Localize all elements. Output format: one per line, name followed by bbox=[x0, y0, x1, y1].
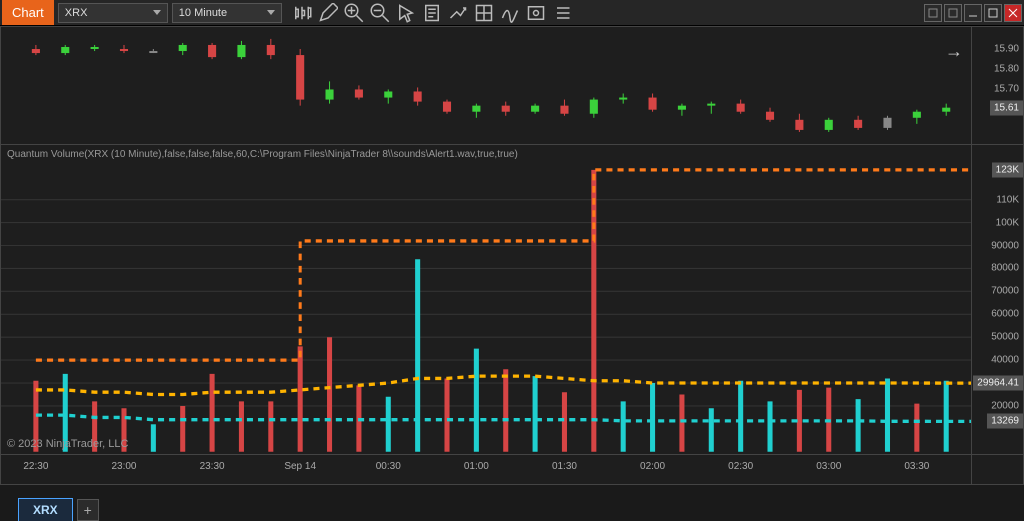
add-tab-button[interactable]: + bbox=[77, 499, 99, 521]
axis-corner bbox=[971, 454, 1023, 484]
window-box1-button[interactable] bbox=[924, 4, 942, 22]
chart-tools bbox=[292, 3, 572, 23]
price-plot bbox=[1, 27, 971, 144]
maximize-button[interactable] bbox=[984, 4, 1002, 22]
volume-tick: 50000 bbox=[991, 332, 1019, 343]
volume-pane[interactable]: Quantum Volume(XRX (10 Minute),false,fal… bbox=[1, 145, 1023, 454]
time-tick: Sep 14 bbox=[284, 461, 316, 472]
time-tick: 01:30 bbox=[552, 461, 577, 472]
pencil-icon[interactable] bbox=[318, 3, 338, 23]
copyright-text: © 2023 NinjaTrader, LLC bbox=[7, 438, 128, 450]
volume-tick: 110K bbox=[996, 194, 1019, 205]
volume-tick: 100K bbox=[996, 217, 1019, 228]
time-tick: 02:30 bbox=[728, 461, 753, 472]
time-tick: 00:30 bbox=[376, 461, 401, 472]
price-tick: 15.80 bbox=[994, 64, 1019, 75]
volume-tick: 60000 bbox=[991, 309, 1019, 320]
volume-tick: 80000 bbox=[991, 263, 1019, 274]
time-tick: 23:30 bbox=[200, 461, 225, 472]
time-tick: 03:30 bbox=[904, 461, 929, 472]
chevron-down-icon bbox=[153, 10, 161, 15]
close-button[interactable] bbox=[1004, 4, 1022, 22]
settings-icon[interactable] bbox=[526, 3, 546, 23]
time-x-axis[interactable]: 22:30 23:00 23:30 Sep 14 00:30 01:00 01:30 02:0… bbox=[1, 454, 971, 484]
document-icon[interactable] bbox=[422, 3, 442, 23]
zoom-out-icon[interactable] bbox=[370, 3, 390, 23]
volume-badge-low: 13269 bbox=[987, 414, 1023, 429]
time-tick: 03:00 bbox=[816, 461, 841, 472]
volume-y-axis[interactable]: 110K100K90000800007000060000500004000030… bbox=[971, 145, 1023, 454]
list-icon[interactable] bbox=[552, 3, 572, 23]
chart-area: → 15.9015.8015.7015.6115.61 Quantum Volu… bbox=[0, 26, 1024, 485]
chevron-down-icon bbox=[267, 10, 275, 15]
tab-bar: XRX + bbox=[0, 485, 1024, 521]
indicator-icon[interactable] bbox=[500, 3, 520, 23]
indicator-title: Quantum Volume(XRX (10 Minute),false,fal… bbox=[7, 149, 518, 160]
volume-tick: 90000 bbox=[991, 240, 1019, 251]
toolbar: Chart XRX 10 Minute bbox=[0, 0, 1024, 26]
volume-badge-mid: 29964.41 bbox=[973, 376, 1023, 391]
trade-icon[interactable] bbox=[448, 3, 468, 23]
time-tick: 23:00 bbox=[111, 461, 136, 472]
volume-tick: 20000 bbox=[991, 400, 1019, 411]
panel-icon[interactable] bbox=[474, 3, 494, 23]
zoom-in-icon[interactable] bbox=[344, 3, 364, 23]
time-tick: 01:00 bbox=[464, 461, 489, 472]
time-tick: 22:30 bbox=[23, 461, 48, 472]
timeframe-value: 10 Minute bbox=[179, 7, 227, 19]
candles-icon[interactable] bbox=[292, 3, 312, 23]
cursor-icon[interactable] bbox=[396, 3, 416, 23]
chart-title: Chart bbox=[2, 0, 54, 25]
volume-tick: 70000 bbox=[991, 286, 1019, 297]
price-tick: 15.70 bbox=[994, 84, 1019, 95]
price-tick: 15.90 bbox=[994, 44, 1019, 55]
price-current-badge: 15.61 bbox=[990, 100, 1023, 115]
symbol-value: XRX bbox=[65, 7, 88, 19]
symbol-select[interactable]: XRX bbox=[58, 3, 168, 23]
volume-badge-top: 123K bbox=[992, 162, 1023, 177]
window-buttons bbox=[924, 4, 1022, 22]
minimize-button[interactable] bbox=[964, 4, 982, 22]
volume-tick: 40000 bbox=[991, 355, 1019, 366]
window-box2-button[interactable] bbox=[944, 4, 962, 22]
time-tick: 02:00 bbox=[640, 461, 665, 472]
price-y-axis[interactable]: 15.9015.8015.7015.6115.61 bbox=[971, 27, 1023, 144]
price-pane[interactable]: → 15.9015.8015.7015.6115.61 bbox=[1, 27, 1023, 145]
timeframe-select[interactable]: 10 Minute bbox=[172, 3, 282, 23]
volume-plot bbox=[1, 145, 971, 454]
tab-symbol[interactable]: XRX bbox=[18, 498, 73, 521]
